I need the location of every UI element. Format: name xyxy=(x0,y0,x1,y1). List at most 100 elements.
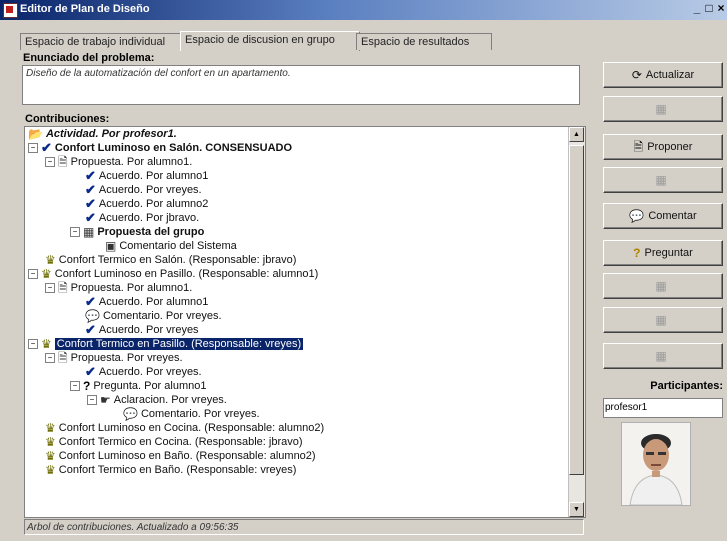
comment-icon: 💬 xyxy=(629,209,645,224)
tree-node[interactable]: ♛ Confort Luminoso en Baño. (Responsable:… xyxy=(45,449,316,463)
tree-node[interactable]: ✔ Acuerdo. Por jbravo. xyxy=(85,211,199,225)
avatar xyxy=(622,423,690,505)
propose-button[interactable]: 🗎 Proponer xyxy=(603,134,723,160)
group-icon: ♛ xyxy=(45,253,56,268)
tool-icon: ▦ xyxy=(655,173,667,188)
problem-statement: Diseño de la automatización del confort … xyxy=(22,65,580,105)
collapse-icon[interactable]: − xyxy=(87,395,97,406)
group-icon: ♛ xyxy=(41,267,52,282)
document-icon: 🗎 xyxy=(58,351,68,366)
maximize-button[interactable]: □ xyxy=(703,1,715,15)
collapse-icon[interactable]: − xyxy=(28,339,38,350)
tree-node[interactable]: ▣ Comentario del Sistema xyxy=(105,239,237,253)
group-icon: ♛ xyxy=(45,463,56,478)
minimize-button[interactable]: _ xyxy=(691,1,703,15)
participant-photo xyxy=(621,422,691,506)
refresh-icon: ⟳ xyxy=(631,68,642,83)
participant-item[interactable]: profesor1 xyxy=(605,399,722,417)
close-button[interactable]: × xyxy=(715,1,727,15)
collapse-icon[interactable]: − xyxy=(70,381,80,392)
tree-node[interactable]: ✔ Acuerdo. Por vreyes. xyxy=(85,183,202,197)
clarification-icon: ☛ xyxy=(100,393,111,408)
tree-node[interactable]: ♛ Confort Termico en Baño. (Responsable: … xyxy=(45,463,296,477)
tab-individual-workspace[interactable]: Espacio de trabajo individual xyxy=(20,33,184,50)
collapse-icon[interactable]: − xyxy=(45,283,55,294)
tree-node[interactable]: ♛ Confort Termico en Cocina. (Responsable… xyxy=(45,435,303,449)
document-icon: 🗎 xyxy=(58,281,68,296)
collapse-icon[interactable]: − xyxy=(28,143,38,154)
tree-scrollbar[interactable]: ▲ ▼ xyxy=(568,127,585,517)
scroll-up-arrow-icon[interactable]: ▲ xyxy=(569,127,584,142)
check-icon: ✔ xyxy=(85,168,96,184)
disabled-button-2[interactable]: ▦ xyxy=(603,167,723,193)
collapse-icon[interactable]: − xyxy=(28,269,38,280)
collapse-icon[interactable]: − xyxy=(45,353,55,364)
group-icon: ♛ xyxy=(45,449,56,464)
contributions-tree-panel: 📂 Actividad. Por profesor1. − ✔ Confort Lum… xyxy=(24,126,586,518)
disabled-button-5[interactable]: ▦ xyxy=(603,343,723,369)
tab-results-workspace[interactable]: Espacio de resultados xyxy=(356,33,492,50)
tree-node[interactable]: 📂 Actividad. Por profesor1. xyxy=(28,127,177,141)
check-icon: ✔ xyxy=(85,182,96,198)
group-icon: ♛ xyxy=(45,421,56,436)
check-icon: ✔ xyxy=(41,140,52,156)
scroll-thumb[interactable] xyxy=(569,145,584,475)
app-window: Editor de Plan de Diseño _ □ × Espacio de … xyxy=(0,0,727,541)
tree-node[interactable]: ♛ Confort Luminoso en Cocina. (Responsabl… xyxy=(45,421,324,435)
tree-node[interactable]: ✔ Acuerdo. Por alumno1 xyxy=(85,169,208,183)
system-comment-icon: ▣ xyxy=(105,239,117,254)
check-icon: ✔ xyxy=(85,210,96,226)
tree-node[interactable]: − ▦ Propuesta del grupo xyxy=(70,225,204,239)
document-icon: 🗎 xyxy=(58,155,68,170)
comment-icon: 💬 xyxy=(123,407,138,422)
document-icon: 🗎 xyxy=(633,140,644,155)
tab-group-discussion[interactable]: Espacio de discusion en grupo xyxy=(180,31,360,51)
comment-icon: 💬 xyxy=(85,309,100,324)
tool-icon: ▦ xyxy=(655,102,667,117)
tool-icon: ▦ xyxy=(655,313,667,328)
tree-node[interactable]: ✔ Acuerdo. Por alumno2 xyxy=(85,197,208,211)
tree-node[interactable]: ✔ Acuerdo. Por vreyes xyxy=(85,323,199,337)
ask-button[interactable]: ? Preguntar xyxy=(603,240,723,266)
collapse-icon[interactable]: − xyxy=(45,157,55,168)
comment-button[interactable]: 💬 Comentar xyxy=(603,203,723,229)
tree-node[interactable]: ♛ Confort Termico en Salón. (Responsable:… xyxy=(45,253,296,267)
tree-node[interactable]: 💬 Comentario. Por vreyes. xyxy=(85,309,222,323)
tree-node-selected[interactable]: − ♛ Confort Termico en Pasillo. (Responsab… xyxy=(28,337,305,352)
group-icon: ♛ xyxy=(45,435,56,450)
contributions-label: Contribuciones: xyxy=(25,113,110,125)
group-icon: ♛ xyxy=(41,337,52,352)
contributions-tree[interactable]: 📂 Actividad. Por profesor1. − ✔ Confort Lum… xyxy=(25,127,568,517)
tool-icon: ▦ xyxy=(655,279,667,294)
tree-node[interactable]: ✔ Acuerdo. Por vreyes. xyxy=(85,365,202,379)
participants-list[interactable]: profesor1 xyxy=(603,398,723,418)
tree-node[interactable]: − ♛ Confort Luminoso en Pasillo. (Responsa… xyxy=(28,267,318,281)
folder-icon: 📂 xyxy=(28,127,43,142)
tree-node[interactable]: ✔ Acuerdo. Por alumno1 xyxy=(85,295,208,309)
tree-node[interactable]: − 🗎 Propuesta. Por vreyes. xyxy=(45,351,183,365)
collapse-icon[interactable]: − xyxy=(70,227,80,238)
tree-node[interactable]: − 🗎 Propuesta. Por alumno1. xyxy=(45,155,192,169)
update-button[interactable]: ⟳ Actualizar xyxy=(603,62,723,88)
tree-node[interactable]: −? Pregunta. Por alumno1 xyxy=(70,379,206,393)
group-proposal-icon: ▦ xyxy=(83,225,95,240)
disabled-button-1[interactable]: ▦ xyxy=(603,96,723,122)
tree-node[interactable]: − 🗎 Propuesta. Por alumno1. xyxy=(45,281,192,295)
window-title: Editor de Plan de Diseño xyxy=(20,3,150,15)
problem-label: Enunciado del problema: xyxy=(23,52,155,64)
check-icon: ✔ xyxy=(85,364,96,380)
scroll-down-arrow-icon[interactable]: ▼ xyxy=(569,502,584,517)
participants-label: Participantes: xyxy=(650,380,723,392)
tree-node[interactable]: − ✔ Confort Luminoso en Salón. CONSENSUADO xyxy=(28,141,292,155)
check-icon: ✔ xyxy=(85,196,96,212)
disabled-button-3[interactable]: ▦ xyxy=(603,273,723,299)
tool-icon: ▦ xyxy=(655,349,667,364)
status-bar: Arbol de contribuciones. Actualizado a 0… xyxy=(24,519,584,535)
disabled-button-4[interactable]: ▦ xyxy=(603,307,723,333)
check-icon: ✔ xyxy=(85,294,96,310)
tree-node[interactable]: − ☛ Aclaracion. Por vreyes. xyxy=(87,393,227,407)
title-bar: Editor de Plan de Diseño _ □ × xyxy=(0,0,727,20)
app-icon xyxy=(3,3,18,18)
tree-node[interactable]: 💬 Comentario. Por vreyes. xyxy=(123,407,260,421)
window-controls: _ □ × xyxy=(691,1,727,15)
